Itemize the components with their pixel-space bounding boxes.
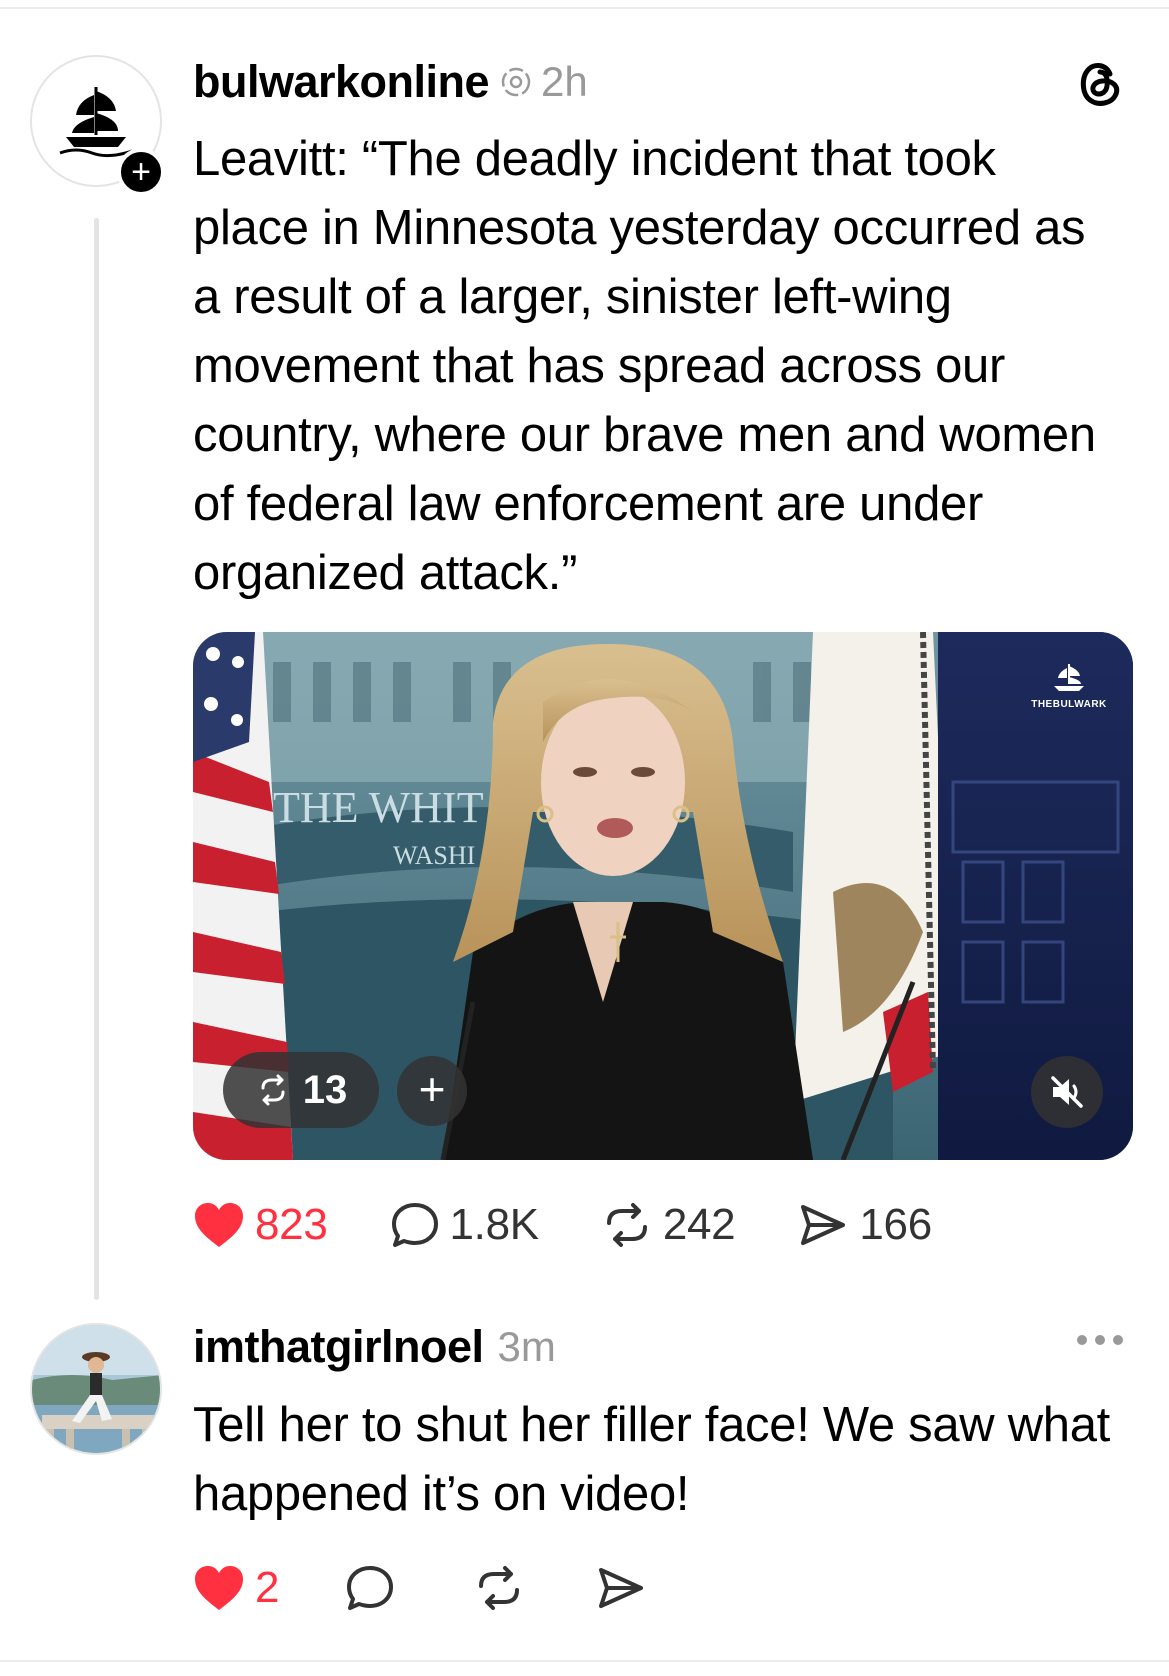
- post-action-bar: 823 1.8K 242 166: [193, 1200, 994, 1250]
- video-player[interactable]: THE WHIT WASHI THEBULWARK 13 +: [193, 632, 1133, 1160]
- top-divider: [0, 7, 1169, 9]
- bulwark-watermark: THEBULWARK: [1029, 662, 1109, 710]
- comment-like-count: 2: [255, 1563, 280, 1612]
- repost-count: 242: [662, 1200, 736, 1249]
- comment-username[interactable]: imthatgirlnoel: [193, 1321, 484, 1373]
- share-button[interactable]: 166: [797, 1200, 932, 1250]
- backdrop-text-1: THE WHIT: [273, 783, 484, 832]
- video-repost-count: 13: [302, 1067, 348, 1112]
- ship-watermark-icon: [1054, 664, 1084, 691]
- backdrop-text-2: WASHI: [393, 841, 475, 870]
- comment-repost-button[interactable]: [473, 1564, 535, 1612]
- follow-plus-button[interactable]: +: [117, 148, 165, 196]
- reply-count: 1.8K: [449, 1200, 540, 1249]
- comment-body-text: Tell her to shut her filler face! We saw…: [193, 1398, 1110, 1521]
- like-count: 823: [255, 1200, 328, 1249]
- comment-share-button[interactable]: [595, 1564, 657, 1612]
- comment-header: imthatgirlnoel 3m: [193, 1317, 556, 1377]
- share-count: 166: [859, 1200, 932, 1249]
- commenter-photo: [32, 1325, 160, 1453]
- verified-meta-icon: [501, 67, 531, 97]
- share-send-icon: [801, 1205, 846, 1245]
- reply-bubble-icon: [347, 1566, 394, 1610]
- heart-icon: [195, 1203, 243, 1247]
- post-username[interactable]: bulwarkonline: [193, 56, 490, 108]
- post-header: bulwarkonline 2h: [193, 52, 588, 112]
- more-dots-icon[interactable]: [1072, 1330, 1128, 1350]
- repost-icon: [479, 1566, 520, 1610]
- video-repost-count-button[interactable]: 13: [223, 1052, 379, 1128]
- threads-logo-icon[interactable]: [1070, 54, 1128, 112]
- reply-bubble-icon: [391, 1203, 438, 1247]
- comment-like-button[interactable]: 2: [193, 1563, 279, 1613]
- thread-connector-line: [94, 218, 99, 1300]
- reply-button[interactable]: 1.8K: [390, 1200, 539, 1250]
- mute-button[interactable]: [1031, 1056, 1103, 1128]
- post-time: 2h: [541, 58, 588, 105]
- watermark-text: THEBULWARK: [1031, 699, 1107, 710]
- muted-speaker-icon: [1051, 1076, 1083, 1108]
- post-body-text: Leavitt: “The deadly incident that took …: [193, 132, 1096, 600]
- repost-icon: [261, 1074, 285, 1106]
- repost-button[interactable]: 242: [601, 1200, 736, 1250]
- comment-time: 3m: [497, 1323, 556, 1370]
- comment-reply-button[interactable]: [345, 1564, 405, 1612]
- like-button[interactable]: 823: [193, 1200, 328, 1250]
- video-add-button[interactable]: +: [397, 1056, 467, 1126]
- bottom-divider: [0, 1660, 1169, 1662]
- comment-action-bar: 2: [193, 1563, 719, 1613]
- commenter-avatar[interactable]: [30, 1323, 162, 1455]
- ship-logo-icon: [59, 87, 133, 158]
- heart-icon: [195, 1566, 243, 1610]
- share-send-icon: [599, 1568, 644, 1608]
- repost-icon: [606, 1203, 647, 1247]
